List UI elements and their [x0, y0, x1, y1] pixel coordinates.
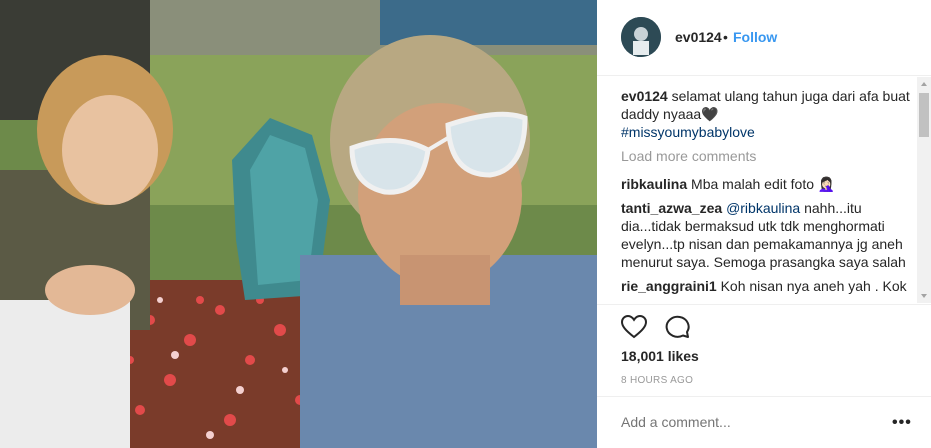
- comments-list: ev0124 selamat ulang tahun juga dari afa…: [621, 87, 913, 302]
- scrollbar-thumb[interactable]: [919, 93, 929, 137]
- divider: [597, 304, 931, 305]
- comment-username[interactable]: tanti_azwa_zea: [621, 200, 722, 216]
- comment-icon[interactable]: [665, 315, 691, 344]
- likes-count[interactable]: 18,001 likes: [621, 348, 699, 364]
- post-actions: [620, 314, 705, 344]
- caption-hashtag[interactable]: #missyoumybabylove: [621, 124, 755, 140]
- comment-item: rie_anggraini1 Koh nisan nya aneh yah . …: [621, 277, 913, 302]
- add-comment-input[interactable]: [621, 414, 871, 430]
- comment-mention[interactable]: @ribkaulina: [726, 200, 800, 216]
- selfie-image: [0, 0, 597, 448]
- comment-username[interactable]: rie_anggraini1: [621, 278, 717, 294]
- follow-button[interactable]: Follow: [733, 29, 777, 45]
- header-separator: •: [723, 29, 728, 45]
- avatar[interactable]: [621, 17, 661, 57]
- scroll-up-arrow-icon[interactable]: [917, 77, 931, 91]
- post-photo[interactable]: [0, 0, 597, 448]
- comments-scrollbar[interactable]: [917, 77, 931, 303]
- comment-item: ribkaulina Mba malah edit foto 🤦🏻‍♀️: [621, 175, 913, 193]
- avatar-image: [621, 17, 661, 57]
- post-sidebar: ev0124 • Follow ev0124 selamat ulang tah…: [597, 0, 931, 448]
- comment-text: Mba malah edit foto 🤦🏻‍♀️: [691, 176, 836, 192]
- divider: [597, 396, 931, 397]
- heart-icon[interactable]: [620, 314, 648, 344]
- comment-item: tanti_azwa_zea @ribkaulina nahh...itu di…: [621, 199, 913, 271]
- more-options-icon[interactable]: •••: [892, 414, 912, 432]
- caption: ev0124 selamat ulang tahun juga dari afa…: [621, 87, 913, 141]
- header-username[interactable]: ev0124: [675, 29, 722, 45]
- load-more-comments-link[interactable]: Load more comments: [621, 147, 913, 165]
- comment-username[interactable]: ribkaulina: [621, 176, 687, 192]
- post-header: ev0124 • Follow: [597, 0, 931, 76]
- caption-username[interactable]: ev0124: [621, 88, 668, 104]
- scroll-down-arrow-icon[interactable]: [917, 289, 931, 303]
- post-timestamp[interactable]: 8 HOURS AGO: [621, 375, 693, 386]
